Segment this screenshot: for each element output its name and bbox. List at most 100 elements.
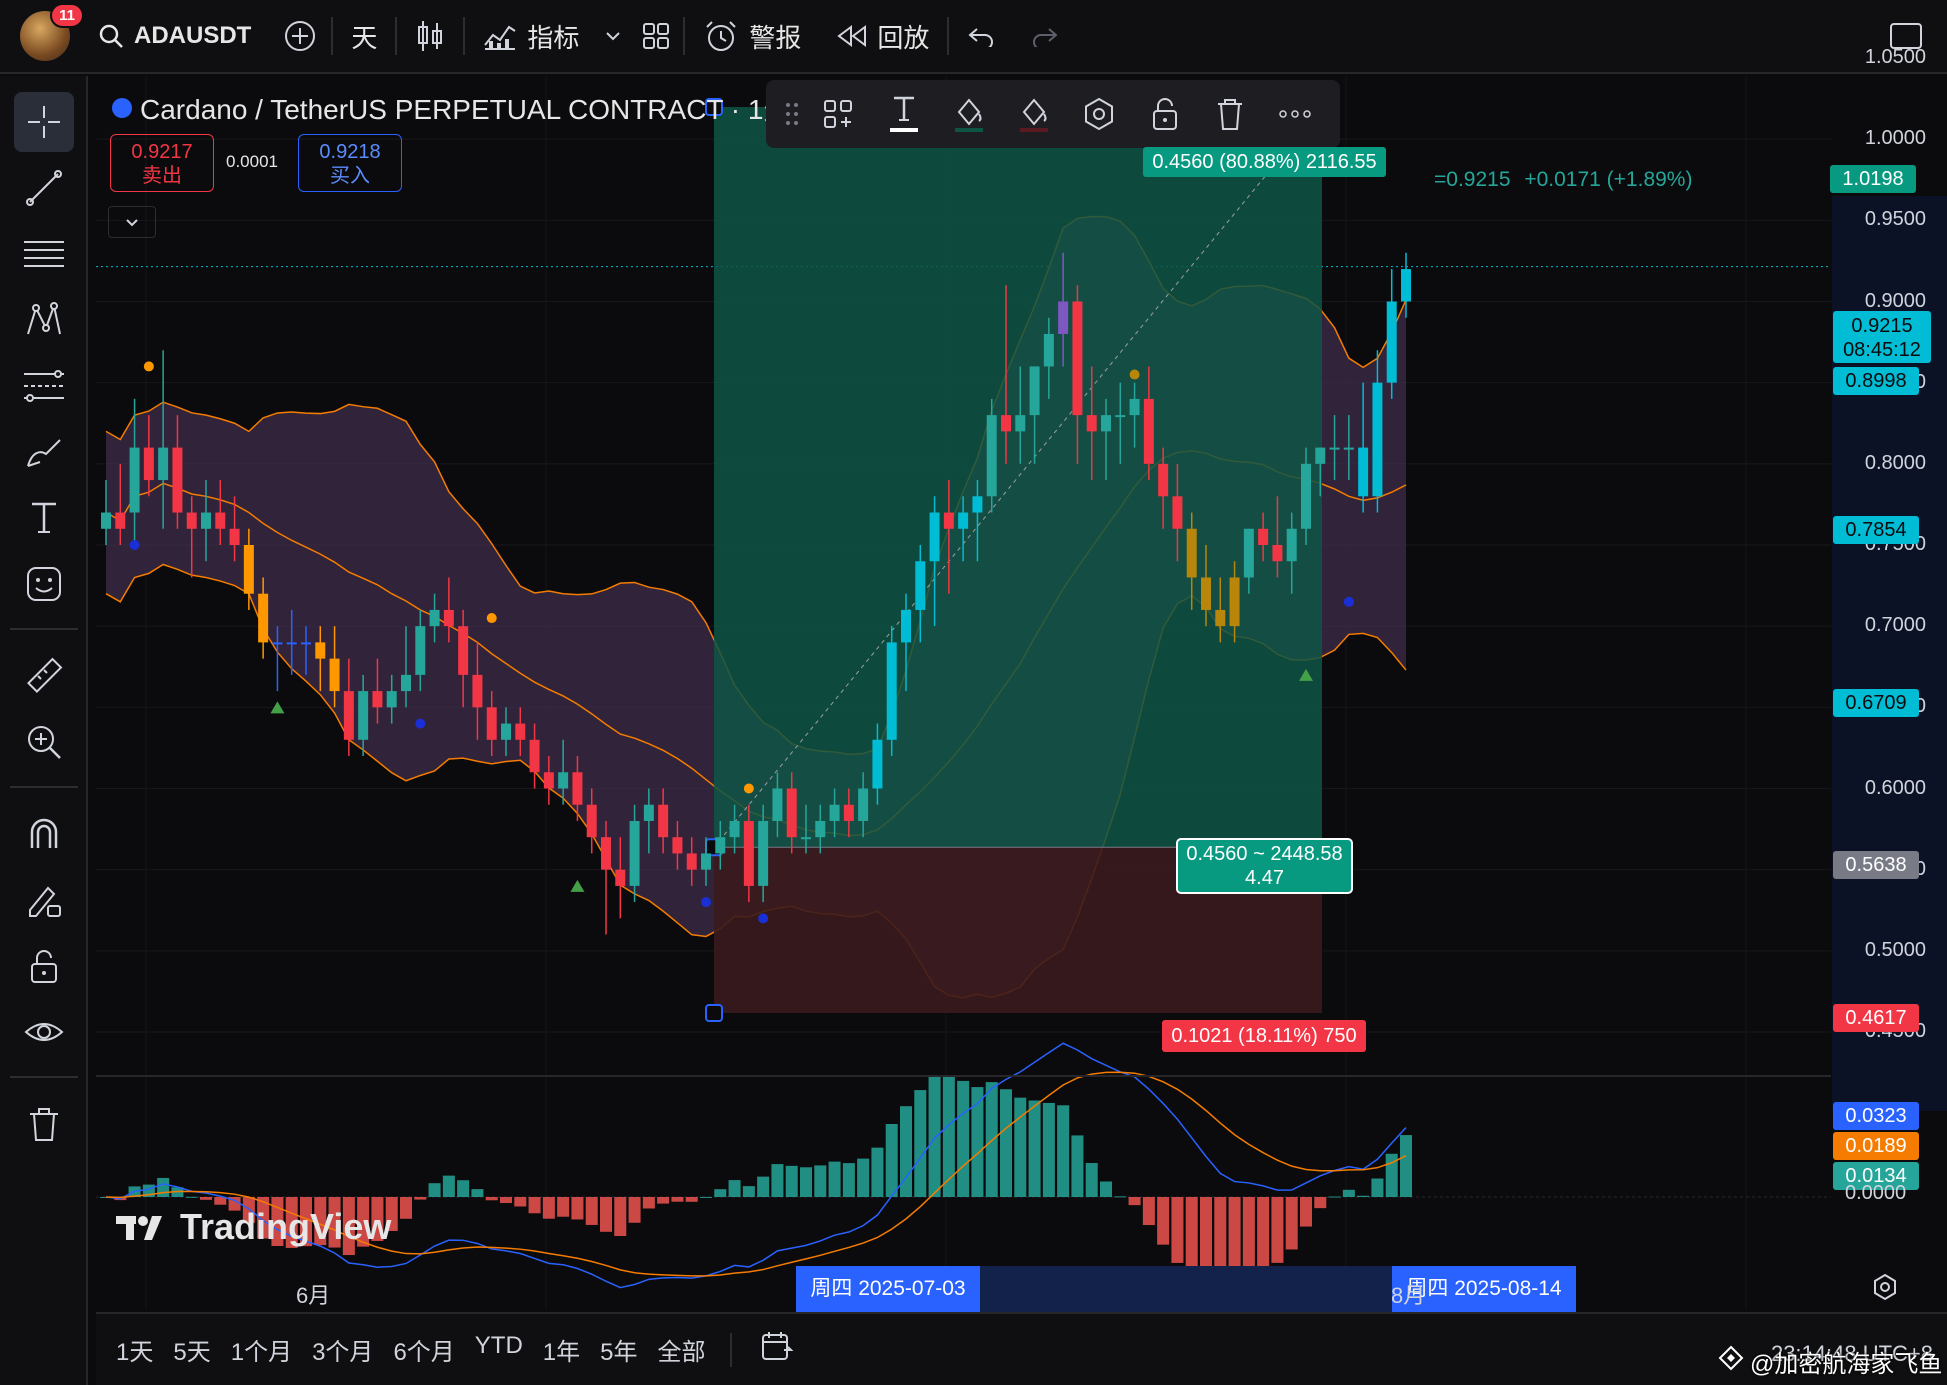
chart-type-button[interactable]: [397, 0, 463, 73]
pattern-tool[interactable]: [14, 290, 74, 350]
horizontal-lines-tool[interactable]: [14, 224, 74, 284]
macd-histogram-bar: [1271, 1197, 1284, 1263]
divider: [10, 786, 78, 788]
fill-color-down-button[interactable]: [1002, 84, 1067, 144]
measure-tool[interactable]: [14, 646, 74, 706]
delete-button[interactable]: [1197, 84, 1262, 144]
candle-body: [1129, 398, 1140, 416]
price-tick-label: 0.6000: [1864, 776, 1926, 799]
text-icon: [24, 498, 64, 538]
sell-button[interactable]: 0.9217 卖出: [110, 134, 214, 192]
range-button[interactable]: YTD: [465, 1332, 533, 1367]
time-label-august: 8月: [1391, 1283, 1426, 1308]
candle-body: [486, 707, 497, 740]
target-price-tag: 1.0198: [1830, 165, 1916, 193]
trend-line-tool[interactable]: [14, 158, 74, 218]
macd-histogram-bar: [514, 1197, 527, 1207]
alerts-button[interactable]: 警报: [685, 0, 819, 73]
fill-color-up-button[interactable]: [936, 84, 1001, 144]
lock-button[interactable]: [1132, 84, 1197, 144]
drawing-toolbar: [0, 76, 88, 1385]
candle-body: [1272, 545, 1283, 562]
range-button[interactable]: 3个月: [302, 1332, 383, 1367]
lock-all-tool[interactable]: [14, 936, 74, 996]
more-button[interactable]: [1263, 84, 1328, 144]
layouts-button[interactable]: [629, 0, 683, 73]
templates-button[interactable]: [806, 84, 871, 144]
macd-histogram-bar: [1314, 1197, 1327, 1209]
macd-histogram-bar: [1057, 1105, 1070, 1197]
indicators-button[interactable]: 指标: [465, 0, 597, 73]
paint-bucket-icon: [1018, 94, 1050, 134]
delete-drawings-tool[interactable]: [14, 1094, 74, 1154]
collapse-legend-button[interactable]: [108, 206, 156, 238]
candle-body: [1186, 528, 1197, 578]
chart-pane[interactable]: Cardano / TetherUS PERPETUAL CONTRACT · …: [96, 76, 1947, 1309]
fib-tool[interactable]: [14, 356, 74, 416]
candle-body: [315, 642, 326, 659]
macd-histogram-bar: [771, 1164, 784, 1197]
macd-histogram-bar: [957, 1080, 970, 1197]
symbol-search[interactable]: ADAUSDT: [88, 0, 269, 73]
crosshair-icon: [24, 102, 64, 142]
zoom-tool[interactable]: [14, 712, 74, 772]
compare-button[interactable]: [269, 0, 331, 73]
text-tool[interactable]: [14, 488, 74, 548]
unlock-icon: [24, 946, 64, 986]
stop-label: 0.1021 (18.11%) 750: [1162, 1020, 1366, 1052]
buy-label: 买入: [330, 165, 370, 187]
rewind-icon: [837, 25, 867, 47]
candle-body: [158, 447, 169, 481]
brush-tool[interactable]: [14, 422, 74, 482]
candle-body: [1029, 366, 1040, 416]
indicators-dropdown[interactable]: [597, 0, 629, 73]
range-button[interactable]: 全部: [648, 1332, 716, 1367]
undo-button[interactable]: [949, 0, 1013, 73]
range-button[interactable]: 1个月: [221, 1332, 302, 1367]
candle: [601, 820, 611, 935]
macd-histogram-bar: [571, 1197, 584, 1220]
redo-button[interactable]: [1013, 0, 1077, 73]
last-price-value: 0.9215: [1851, 315, 1913, 337]
range-button[interactable]: 6个月: [383, 1332, 464, 1367]
tradingview-logo[interactable]: TradingView: [116, 1206, 391, 1248]
range-button[interactable]: 1天: [106, 1332, 163, 1367]
symbol-legend[interactable]: Cardano / TetherUS PERPETUAL CONTRACT · …: [112, 88, 809, 128]
candle-body: [1343, 447, 1354, 450]
magnet-tool[interactable]: [14, 804, 74, 864]
hide-drawings-tool[interactable]: [14, 1002, 74, 1062]
candle: [986, 398, 997, 513]
position-center-label[interactable]: 0.4560 ~ 2448.58 4.47: [1176, 838, 1353, 894]
settings-button[interactable]: [1067, 84, 1132, 144]
macd-histogram-bar: [528, 1197, 541, 1214]
icon-tool[interactable]: [14, 554, 74, 614]
trash-icon: [1215, 97, 1245, 131]
range-button[interactable]: 1年: [533, 1332, 590, 1367]
replay-button[interactable]: 回放: [819, 0, 947, 73]
user-avatar[interactable]: 11: [20, 3, 84, 61]
candle-body: [1315, 447, 1326, 464]
macd-histogram-bar: [1300, 1197, 1312, 1227]
drag-handle[interactable]: [778, 84, 806, 144]
price-chart[interactable]: [96, 76, 1947, 1309]
symbol-label: ADAUSDT: [134, 22, 252, 49]
macd-histogram-bar: [728, 1180, 741, 1197]
time-axis[interactable]: 6月 周四 2025-07-03 周四 2025-08-14 8月: [96, 1266, 1947, 1312]
candle-body: [415, 626, 426, 675]
buy-button[interactable]: 0.9218 买入: [298, 134, 402, 192]
range-button[interactable]: 5年: [590, 1332, 647, 1367]
crosshair-tool[interactable]: [14, 92, 74, 152]
range-button[interactable]: 5天: [163, 1332, 220, 1367]
macd-histogram-bar: [685, 1197, 698, 1202]
interval-button[interactable]: 天: [333, 0, 395, 73]
tradingview-logo-text: TradingView: [180, 1206, 392, 1247]
candle-body: [801, 837, 811, 840]
candle-body: [115, 512, 126, 529]
lock-drawing-tool[interactable]: [14, 870, 74, 930]
candle-body: [686, 853, 697, 870]
go-to-date-button[interactable]: [746, 1330, 808, 1369]
text-color-button[interactable]: [871, 84, 936, 144]
macd-histogram-bar: [1100, 1181, 1112, 1197]
signal-dot: [415, 718, 426, 729]
candle: [1386, 269, 1397, 399]
